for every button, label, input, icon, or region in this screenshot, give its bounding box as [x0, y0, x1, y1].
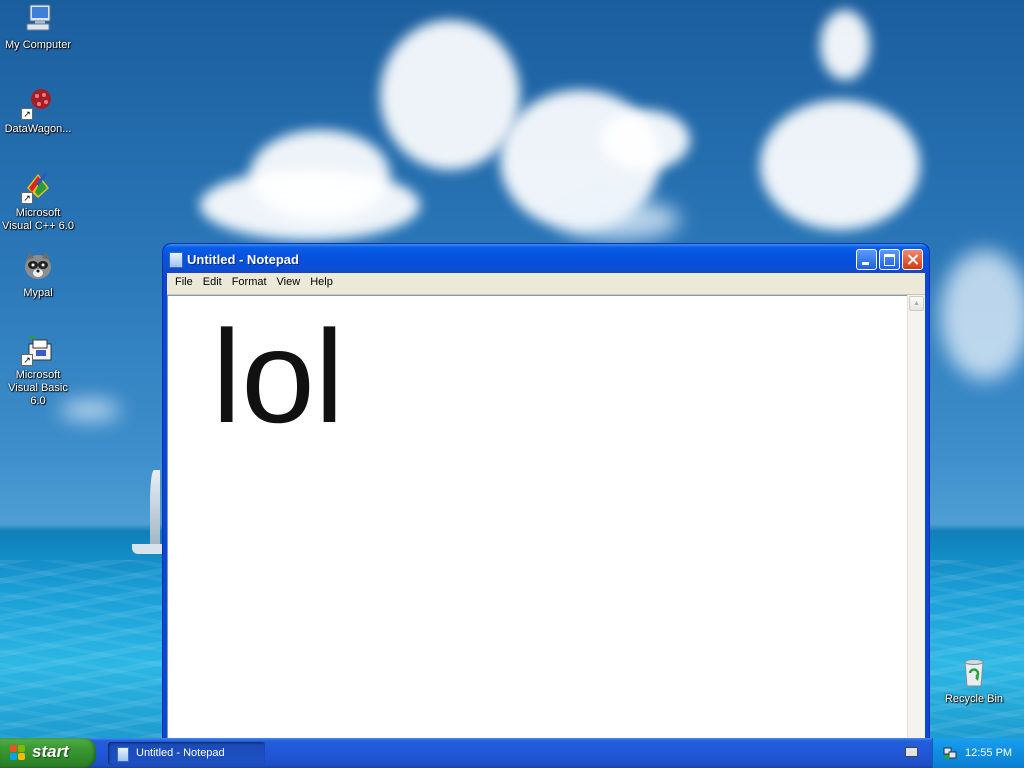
desktop-icon-label: Mypal: [23, 287, 53, 299]
desktop-icon-label: My Computer: [4, 39, 72, 51]
network-icon[interactable]: [943, 746, 957, 760]
menu-file[interactable]: File: [170, 273, 198, 288]
notepad-window[interactable]: Untitled - Notepad File Edit Format View Hel…: [163, 244, 929, 740]
desktop-icon-label: Microsoft Visual Basic 6.0: [8, 369, 68, 407]
maximize-button[interactable]: [879, 249, 900, 270]
window-title: Untitled - Notepad: [187, 252, 299, 267]
document-text: lol: [212, 303, 345, 450]
my-computer-icon: [21, 2, 55, 36]
text-edit-area[interactable]: lol: [167, 295, 908, 740]
system-tray: 12:55 PM: [932, 738, 1024, 768]
wallpaper-cloud: [200, 170, 420, 240]
menu-help[interactable]: Help: [305, 273, 338, 288]
vertical-scrollbar[interactable]: ▲: [907, 295, 925, 740]
keyboard-language-icon[interactable]: [905, 747, 918, 757]
shortcut-arrow-icon: ↗: [21, 354, 33, 366]
desktop-icon-visual-basic[interactable]: ↗ Microsoft Visual Basic 6.0: [0, 332, 76, 408]
notepad-app-icon[interactable]: [169, 252, 183, 268]
datawagon-icon: ↗: [21, 86, 55, 120]
desktop-icon-my-computer[interactable]: My Computer: [0, 2, 76, 52]
wallpaper-cloud: [600, 110, 690, 170]
desktop-icon-label: DataWagon...: [4, 123, 72, 135]
desktop-icon-label: Recycle Bin: [944, 693, 1004, 705]
title-bar[interactable]: Untitled - Notepad: [163, 244, 929, 273]
close-button[interactable]: [902, 249, 923, 270]
shortcut-arrow-icon: ↗: [21, 192, 33, 204]
desktop-icon-datawagon[interactable]: ↗ DataWagon...: [0, 86, 76, 136]
notepad-app-icon: [117, 747, 129, 762]
visual-basic-icon: ↗: [21, 332, 55, 366]
wallpaper-cloud: [760, 100, 920, 230]
menu-view[interactable]: View: [272, 273, 306, 288]
start-label: start: [32, 742, 69, 761]
wallpaper-sailboat: [150, 470, 160, 550]
recycle-bin-icon: [957, 656, 991, 690]
wallpaper-boat-hull: [132, 544, 166, 554]
taskbar-button-notepad[interactable]: Untitled - Notepad: [108, 742, 265, 765]
minimize-button[interactable]: [856, 249, 877, 270]
windows-flag-icon: [10, 745, 26, 761]
desktop-icon-recycle-bin[interactable]: Recycle Bin: [936, 656, 1012, 706]
menu-edit[interactable]: Edit: [198, 273, 227, 288]
desktop-icon-mypal[interactable]: Mypal: [0, 250, 76, 300]
desktop-icon-visual-cpp[interactable]: ↗ Microsoft Visual C++ 6.0: [0, 170, 76, 233]
scroll-up-arrow-icon[interactable]: ▲: [909, 296, 924, 311]
mypal-raccoon-icon: [21, 250, 55, 284]
shortcut-arrow-icon: ↗: [21, 108, 33, 120]
start-button[interactable]: start: [0, 738, 96, 768]
wallpaper-cloud: [560, 200, 680, 240]
wallpaper-cloud: [380, 20, 520, 170]
taskbar-button-label: Untitled - Notepad: [136, 747, 225, 759]
clock[interactable]: 12:55 PM: [965, 747, 1012, 759]
wallpaper-cloud: [940, 250, 1024, 380]
desktop-icon-label: Microsoft Visual C++ 6.0: [2, 207, 74, 232]
wallpaper-cloud: [820, 10, 870, 80]
taskbar: start Untitled - Notepad 12:55 PM: [0, 738, 1024, 768]
menu-bar: File Edit Format View Help: [167, 273, 925, 295]
visual-cpp-icon: ↗: [21, 170, 55, 204]
menu-format[interactable]: Format: [227, 273, 272, 288]
